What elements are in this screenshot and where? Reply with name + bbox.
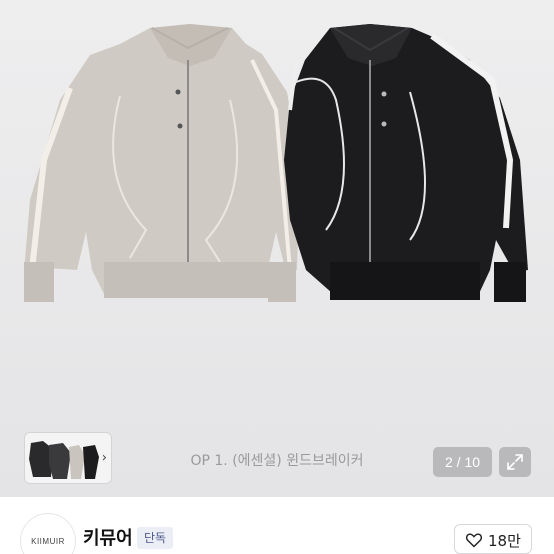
brand-name-link[interactable]: 키뮤어 — [83, 524, 133, 550]
expand-arrows-icon — [507, 454, 523, 470]
expand-image-button[interactable] — [499, 447, 531, 477]
brand-logo[interactable]: KIIMUIR — [20, 513, 76, 554]
exclusive-badge: 단독 — [137, 527, 174, 549]
beige-jacket — [24, 24, 300, 302]
black-jacket — [284, 24, 528, 302]
like-count: 18만 — [488, 532, 521, 550]
image-pager-indicator: 2 / 10 — [433, 447, 492, 477]
seller-row: KIIMUIR 키뮤어 단독 18만 — [0, 497, 554, 554]
like-button[interactable]: 18만 — [454, 524, 532, 554]
thumbnail-image — [29, 441, 99, 479]
chevron-right-icon: › — [101, 450, 107, 466]
heart-outline-icon — [465, 533, 483, 548]
product-image[interactable] — [0, 0, 554, 410]
product-image-viewer[interactable]: › OP 1. (에센셜) 윈드브레이커 2 / 10 — [0, 0, 554, 497]
product-image-caption: OP 1. (에센셜) 윈드브레이커 — [190, 453, 364, 469]
thumbnail-strip-button[interactable]: › — [24, 432, 112, 484]
